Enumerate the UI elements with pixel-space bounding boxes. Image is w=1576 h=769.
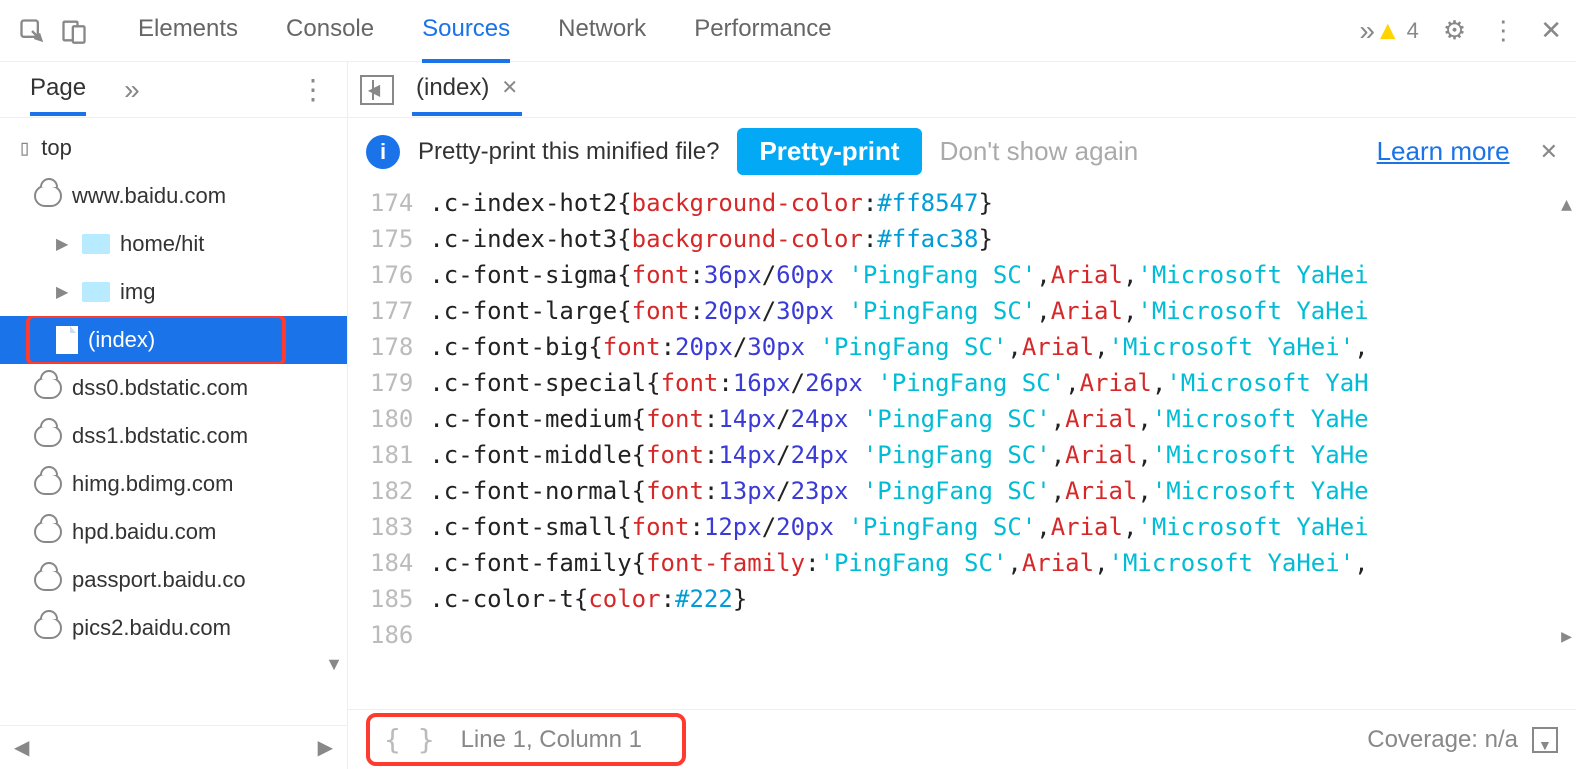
folder-icon	[82, 282, 110, 302]
cloud-icon	[34, 185, 62, 207]
sidebar-menu-icon[interactable]: ⋮	[299, 73, 327, 106]
close-tab-icon[interactable]: ✕	[501, 75, 518, 100]
nav-right-icon[interactable]: ▶	[318, 735, 333, 760]
cloud-icon	[34, 425, 62, 447]
tree-domain[interactable]: passport.baidu.co	[0, 556, 347, 604]
tree-file-selected[interactable]: (index)	[0, 316, 347, 364]
tab-page[interactable]: Page	[30, 64, 86, 116]
file-tree: ▯ top www.baidu.com ▶home/hit▶img (index…	[0, 118, 347, 725]
file-icon	[56, 326, 78, 354]
scroll-down-icon[interactable]: ▼	[325, 654, 343, 675]
sidebar-more-icon[interactable]: »	[124, 74, 140, 106]
devtools-topbar: Elements Console Sources Network Performance…	[0, 0, 1576, 62]
dont-show-again-link[interactable]: Don't show again	[940, 136, 1139, 167]
tree-domain[interactable]: dss0.bdstatic.com	[0, 364, 347, 412]
navigator-toggle-icon[interactable]: ◀	[360, 75, 394, 105]
cloud-icon	[34, 569, 62, 591]
editor-tab[interactable]: (index) ✕	[412, 64, 522, 116]
line-gutter: 174175176177178179180181182183184185186	[348, 185, 429, 709]
more-tabs-icon[interactable]: »	[1359, 15, 1375, 47]
pretty-print-button[interactable]: Pretty-print	[737, 128, 921, 175]
status-highlight: { } Line 1, Column 1	[366, 713, 686, 766]
cloud-icon	[34, 521, 62, 543]
cursor-position: Line 1, Column 1	[461, 726, 642, 754]
warning-icon: ▲	[1375, 15, 1401, 46]
sources-sidebar: Page » ⋮ ▯ top www.baidu.com ▶home/hit▶i…	[0, 62, 348, 769]
coverage-toggle-icon[interactable]	[1532, 727, 1558, 753]
code-lines[interactable]: .c-index-hot2{background-color:#ff8547}.…	[429, 185, 1576, 709]
tree-root[interactable]: ▯ top	[0, 124, 347, 172]
format-icon[interactable]: { }	[384, 723, 435, 756]
frame-icon: ▯	[18, 136, 31, 161]
gear-icon[interactable]: ⚙	[1443, 15, 1466, 46]
editor-area: ◀ (index) ✕ i Pretty-print this minified…	[348, 62, 1576, 769]
tab-network[interactable]: Network	[558, 0, 646, 63]
tree-domain[interactable]: www.baidu.com	[0, 172, 347, 220]
tab-elements[interactable]: Elements	[138, 0, 238, 63]
infobar-close-icon[interactable]: ✕	[1540, 139, 1558, 165]
device-toggle-icon[interactable]	[56, 13, 92, 49]
expand-icon[interactable]: ▶	[56, 282, 72, 302]
code-editor[interactable]: 174175176177178179180181182183184185186 …	[348, 185, 1576, 709]
cloud-icon	[34, 473, 62, 495]
folder-icon	[82, 234, 110, 254]
tree-domain[interactable]: pics2.baidu.com	[0, 604, 347, 652]
sidebar-footer: ◀ ▶	[0, 725, 347, 769]
tab-sources[interactable]: Sources	[422, 0, 510, 63]
tree-domain[interactable]: dss1.bdstatic.com	[0, 412, 347, 460]
learn-more-link[interactable]: Learn more	[1377, 136, 1510, 167]
tree-folder[interactable]: ▶img	[0, 268, 347, 316]
kebab-menu-icon[interactable]: ⋮	[1490, 15, 1516, 46]
main-tabs: Elements Console Sources Network Performance	[138, 0, 1359, 63]
tree-folder[interactable]: ▶home/hit	[0, 220, 347, 268]
coverage-label: Coverage: n/a	[1367, 726, 1518, 754]
close-icon[interactable]: ✕	[1540, 15, 1562, 46]
info-icon: i	[366, 135, 400, 169]
scroll-right-icon[interactable]: ▶	[1561, 619, 1572, 655]
pretty-print-infobar: i Pretty-print this minified file? Prett…	[348, 118, 1576, 185]
infobar-message: Pretty-print this minified file?	[418, 138, 719, 166]
cloud-icon	[34, 617, 62, 639]
expand-icon[interactable]: ▶	[56, 234, 72, 254]
tree-domain[interactable]: hpd.baidu.com	[0, 508, 347, 556]
tab-console[interactable]: Console	[286, 0, 374, 63]
editor-status-bar: { } Line 1, Column 1 Coverage: n/a	[348, 709, 1576, 769]
tree-domain[interactable]: himg.bdimg.com	[0, 460, 347, 508]
scroll-up-icon[interactable]: ▲	[1561, 187, 1572, 223]
warning-badge[interactable]: ▲ 4	[1375, 15, 1419, 46]
tab-performance[interactable]: Performance	[694, 0, 831, 63]
inspect-icon[interactable]	[14, 13, 50, 49]
warning-count: 4	[1407, 18, 1419, 44]
nav-left-icon[interactable]: ◀	[14, 735, 29, 760]
cloud-icon	[34, 377, 62, 399]
